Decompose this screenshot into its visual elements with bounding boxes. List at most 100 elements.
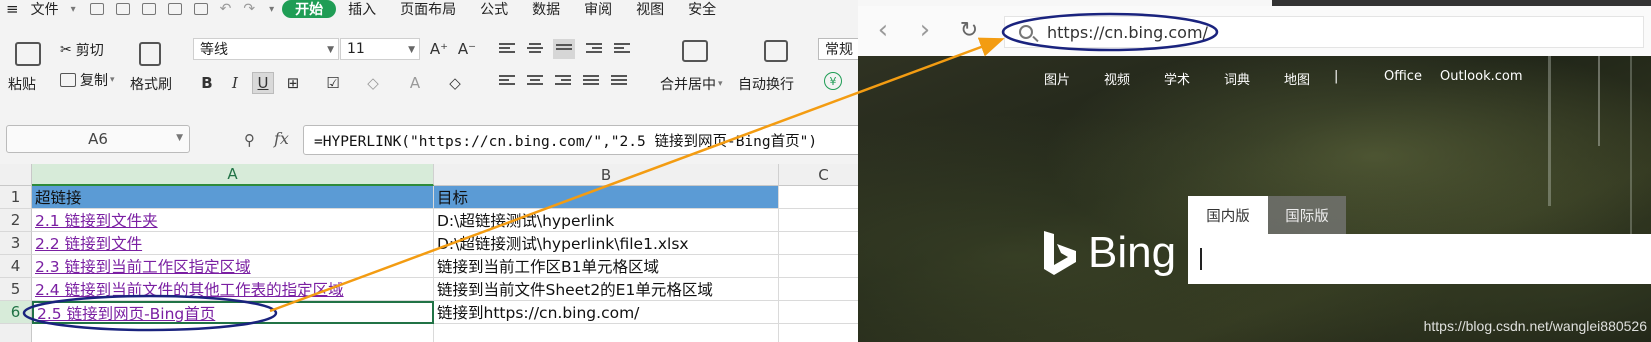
font-size-select[interactable]: 11 ▼ [340,38,420,60]
redo-icon[interactable]: ↷ [243,1,255,17]
row-header[interactable]: 3 [0,232,32,255]
align-bottom-icon[interactable] [553,39,575,59]
reload-icon[interactable]: ↻ [956,17,982,43]
row-header[interactable]: 4 [0,255,32,278]
cut-button[interactable]: ✂ 剪切 [60,40,104,60]
format-painter-button[interactable]: 格式刷 [130,74,172,94]
fill-color-icon[interactable]: ◇ [362,72,384,94]
print-icon[interactable] [167,3,182,15]
table-cell[interactable] [779,232,858,255]
column-header-c[interactable]: C [779,164,858,186]
table-cell[interactable]: 链接到https://cn.bing.com/ [434,301,779,324]
tab-domestic[interactable]: 国内版 [1188,196,1268,234]
hyperlink-cell[interactable]: 2.4 链接到当前文件的其他工作表的指定区域 [32,278,434,301]
indent-decrease-icon[interactable] [586,41,602,55]
number-format-select[interactable]: 常规 [818,38,858,60]
align-right-icon[interactable] [555,73,571,87]
name-box[interactable]: A6 ▼ [6,125,190,153]
tab-data[interactable]: 数据 [520,0,572,18]
align-center-icon[interactable] [527,73,543,87]
font-name-select[interactable]: 等线 ▼ [193,38,339,60]
row-header[interactable]: 2 [0,209,32,232]
paste-button[interactable]: 粘贴 [8,74,36,94]
nav-outlook[interactable]: Outlook.com [1440,69,1523,84]
table-cell[interactable] [779,209,858,232]
column-header-b[interactable]: B [434,164,779,186]
column-header-a[interactable]: A [32,164,434,186]
copy-button[interactable]: 复制 ▾ [60,70,115,90]
nav-videos[interactable]: 视频 [1104,69,1130,88]
row-header[interactable]: 6 [0,301,32,324]
tab-start[interactable]: 开始 [282,0,337,18]
save-icon[interactable] [115,3,130,15]
tab-international[interactable]: 国际版 [1268,196,1346,234]
bold-icon[interactable]: B [196,72,218,94]
zoom-search-icon[interactable]: ⚲ [244,131,255,149]
wrap-text-button[interactable]: 自动换行 [738,74,794,94]
nav-maps[interactable]: 地图 [1284,69,1310,88]
merge-center-button[interactable]: 合并居中 ▾ [660,74,723,94]
table-cell[interactable]: D:\超链接测试\hyperlink\file1.xlsx [434,232,779,255]
header-cell-b[interactable]: 目标 [434,186,779,209]
justify-icon[interactable] [583,73,599,87]
hyperlink-cell[interactable]: 2.1 链接到文件夹 [32,209,434,232]
hyperlink-cell[interactable]: 2.3 链接到当前工作区指定区域 [32,255,434,278]
decrease-font-icon[interactable]: A⁻ [456,38,478,60]
align-left-icon[interactable] [499,73,515,87]
row-header[interactable]: 1 [0,186,32,209]
header-cell-a[interactable]: 超链接 [32,186,434,209]
clear-format-icon[interactable]: ◇ [444,72,466,94]
tab-security[interactable]: 安全 [676,0,728,18]
table-cell[interactable] [779,186,858,209]
increase-font-icon[interactable]: A⁺ [428,38,450,60]
table-cell[interactable] [779,301,858,324]
menu-file[interactable]: 文件 [19,0,71,18]
select-all-corner[interactable] [0,164,32,186]
format-painter-icon[interactable] [139,42,161,66]
table-cell[interactable]: 链接到当前文件Sheet2的E1单元格区域 [434,278,779,301]
paste-icon[interactable] [15,42,41,66]
tab-formula[interactable]: 公式 [468,0,520,18]
copy-dropdown-icon[interactable]: ▾ [110,75,115,85]
insert-function-icon[interactable]: fx [274,129,289,148]
distributed-icon[interactable] [611,73,627,87]
back-icon[interactable]: ‹ [870,15,896,45]
print-preview-icon[interactable] [193,3,208,15]
nav-academic[interactable]: 学术 [1164,69,1190,88]
align-top-icon[interactable] [499,41,515,55]
tab-page-layout[interactable]: 页面布局 [388,0,468,18]
merge-dropdown-icon[interactable]: ▾ [718,79,723,89]
table-cell[interactable] [32,324,434,342]
formula-input[interactable]: =HYPERLINK("https://cn.bing.com/","2.5 链… [303,125,858,155]
border-icon[interactable]: ⊞ [282,72,304,94]
currency-icon[interactable]: ¥ [824,72,842,90]
table-cell[interactable]: D:\超链接测试\hyperlink [434,209,779,232]
quick-access-more-icon[interactable]: ▾ [269,4,274,15]
export-pdf-icon[interactable] [141,3,156,15]
cell-style-icon[interactable]: ☑ [322,72,344,94]
tab-review[interactable]: 审阅 [572,0,624,18]
table-cell[interactable] [779,255,858,278]
row-header[interactable]: 5 [0,278,32,301]
wrap-text-icon[interactable] [764,40,788,62]
align-middle-icon[interactable] [527,41,543,55]
row-header[interactable] [0,324,32,342]
font-color-icon[interactable]: A [404,72,426,94]
table-cell[interactable] [779,278,858,301]
nav-dictionary[interactable]: 词典 [1224,69,1250,88]
italic-icon[interactable]: I [224,72,246,94]
undo-icon[interactable]: ↶ [220,1,232,17]
forward-icon[interactable]: › [912,15,938,45]
address-bar[interactable]: https://cn.bing.com/ [1004,16,1644,48]
hyperlink-cell[interactable]: 2.2 链接到文件 [32,232,434,255]
open-folder-icon[interactable] [89,3,104,15]
indent-increase-icon[interactable] [614,41,630,55]
search-input[interactable] [1188,234,1651,284]
table-cell[interactable] [434,324,779,342]
tab-view[interactable]: 视图 [624,0,676,18]
nav-images[interactable]: 图片 [1044,69,1070,88]
tab-insert[interactable]: 插入 [336,0,388,18]
underline-icon[interactable]: U [252,72,274,94]
nav-office[interactable]: Office [1384,69,1422,84]
active-hyperlink-cell[interactable]: 2.5 链接到网页-Bing首页 [32,301,434,324]
